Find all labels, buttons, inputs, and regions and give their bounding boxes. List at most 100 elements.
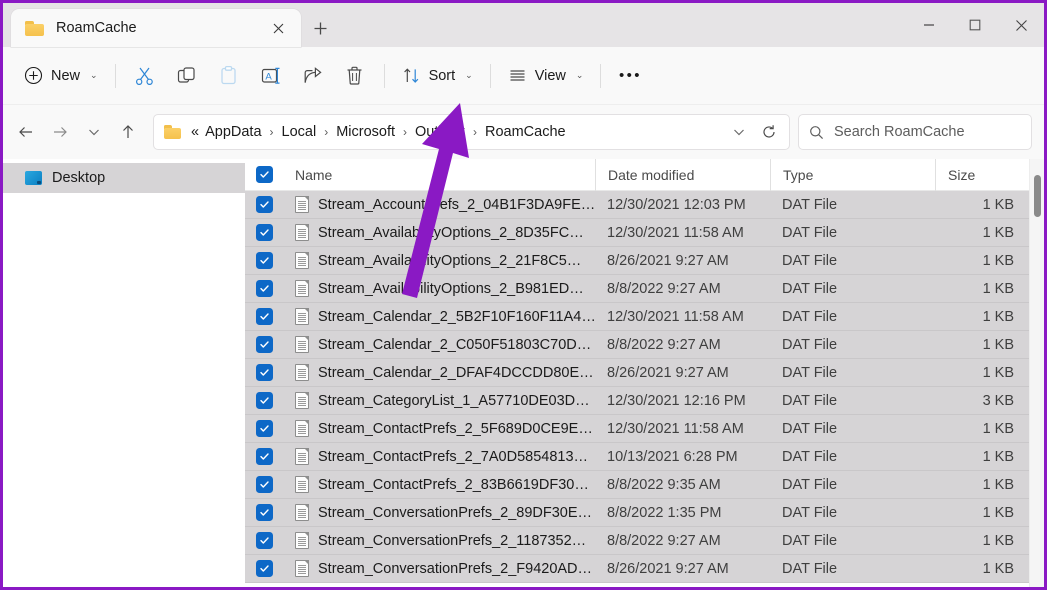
cell-name[interactable]: Stream_ConversationPrefs_2_F9420AD… bbox=[283, 555, 595, 583]
breadcrumb[interactable]: « AppData › Local › Microsoft › Outlook … bbox=[153, 114, 790, 150]
breadcrumb-roamcache[interactable]: RoamCache bbox=[482, 122, 569, 142]
up-button[interactable] bbox=[111, 115, 145, 149]
table-row[interactable]: Stream_ConversationPrefs_2_F9420AD… 8/26/… bbox=[245, 555, 1044, 583]
checkbox-checked-icon bbox=[255, 280, 273, 297]
back-button[interactable] bbox=[9, 115, 43, 149]
row-checkbox[interactable] bbox=[245, 191, 283, 219]
divider bbox=[383, 63, 385, 88]
paste-button[interactable] bbox=[208, 59, 250, 93]
table-row[interactable]: Stream_Calendar_2_5B2F10F160F11A4… 12/30/… bbox=[245, 303, 1044, 331]
window-controls bbox=[906, 3, 1044, 47]
cut-button[interactable] bbox=[124, 59, 166, 93]
paste-icon bbox=[221, 65, 236, 85]
breadcrumb-appdata[interactable]: AppData bbox=[202, 122, 264, 142]
row-checkbox[interactable] bbox=[245, 331, 283, 359]
cell-name[interactable]: Stream_AvailabilityOptions_2_8D35FC… bbox=[283, 219, 595, 247]
table-row[interactable]: Stream_AvailabilityOptions_2_21F8C5… 8/26… bbox=[245, 247, 1044, 275]
table-row[interactable]: Stream_AccountPrefs_2_04B1F3DA9FE… 12/30/… bbox=[245, 191, 1044, 219]
file-name: Stream_ConversationPrefs_2_F9420AD… bbox=[318, 560, 593, 577]
column-header-size[interactable]: Size bbox=[935, 159, 1030, 191]
row-checkbox[interactable] bbox=[245, 555, 283, 583]
file-name: Stream_CategoryList_1_A57710DE03D… bbox=[318, 392, 590, 409]
recent-locations-button[interactable] bbox=[77, 115, 111, 149]
chevron-down-icon bbox=[89, 129, 99, 136]
forward-button[interactable] bbox=[43, 115, 77, 149]
sort-button[interactable]: Sort ⌄ bbox=[393, 59, 482, 93]
table-row[interactable]: Stream_ContactPrefs_2_5F689D0CE9E… 12/30/… bbox=[245, 415, 1044, 443]
table-row[interactable]: Stream_AvailabilityOptions_2_B981ED… 8/8/… bbox=[245, 275, 1044, 303]
table-row[interactable]: Stream_Calendar_2_C050F51803C70D… 8/8/202… bbox=[245, 331, 1044, 359]
close-button[interactable] bbox=[998, 3, 1044, 47]
row-checkbox[interactable] bbox=[245, 247, 283, 275]
vertical-scrollbar[interactable] bbox=[1029, 159, 1044, 587]
table-row[interactable]: Stream_CategoryList_1_A57710DE03D… 12/30/… bbox=[245, 387, 1044, 415]
select-all-checkbox[interactable] bbox=[245, 159, 283, 191]
table-row[interactable]: Stream_AvailabilityOptions_2_8D35FC… 12/3… bbox=[245, 219, 1044, 247]
cell-name[interactable]: Stream_ConversationPrefs_2_1187352… bbox=[283, 527, 595, 555]
column-header-name[interactable]: Name bbox=[283, 159, 595, 191]
close-icon[interactable] bbox=[265, 15, 291, 41]
breadcrumb-separator: › bbox=[269, 125, 274, 139]
new-tab-button[interactable] bbox=[301, 9, 339, 47]
table-row[interactable]: Stream_ContactPrefs_2_83B6619DF30… 8/8/20… bbox=[245, 471, 1044, 499]
breadcrumb-microsoft[interactable]: Microsoft bbox=[333, 122, 398, 142]
new-button[interactable]: New ⌄ bbox=[15, 59, 107, 93]
table-row[interactable]: Stream_Calendar_2_DFAF4DCCDD80E… 8/26/202… bbox=[245, 359, 1044, 387]
cell-name[interactable]: Stream_ContactPrefs_2_83B6619DF30… bbox=[283, 471, 595, 499]
share-button[interactable] bbox=[292, 59, 334, 93]
cell-name[interactable]: Stream_ContactPrefs_2_5F689D0CE9E… bbox=[283, 415, 595, 443]
column-header-date-modified[interactable]: Date modified bbox=[595, 159, 770, 191]
row-checkbox[interactable] bbox=[245, 359, 283, 387]
sidebar-item-desktop[interactable]: Desktop bbox=[3, 163, 245, 193]
row-checkbox[interactable] bbox=[245, 387, 283, 415]
cell-name[interactable]: Stream_CategoryList_1_A57710DE03D… bbox=[283, 387, 595, 415]
row-checkbox[interactable] bbox=[245, 499, 283, 527]
file-explorer-window: RoamCache New ⌄ A Sort ⌄ View ⌄ ••• « Ap… bbox=[0, 0, 1047, 590]
row-checkbox[interactable] bbox=[245, 303, 283, 331]
table-row[interactable]: Stream_ConversationPrefs_2_1187352… 8/8/2… bbox=[245, 527, 1044, 555]
cell-name[interactable]: Stream_Calendar_2_C050F51803C70D… bbox=[283, 331, 595, 359]
view-label: View bbox=[534, 67, 566, 84]
search-input[interactable]: Search RoamCache bbox=[798, 114, 1032, 150]
file-name: Stream_Calendar_2_C050F51803C70D… bbox=[318, 336, 592, 353]
table-row[interactable]: Stream_ConversationPrefs_2_89DF30E… 8/8/2… bbox=[245, 499, 1044, 527]
cell-name[interactable]: Stream_Calendar_2_5B2F10F160F11A4… bbox=[283, 303, 595, 331]
file-list-pane: Name Date modified Type Size Stream_Acco… bbox=[245, 159, 1044, 587]
row-checkbox[interactable] bbox=[245, 415, 283, 443]
file-name: Stream_AvailabilityOptions_2_21F8C5… bbox=[318, 252, 582, 269]
breadcrumb-dropdown-button[interactable] bbox=[725, 118, 753, 146]
breadcrumb-outlook[interactable]: Outlook bbox=[412, 122, 468, 142]
maximize-button[interactable] bbox=[952, 3, 998, 47]
more-options-button[interactable]: ••• bbox=[609, 59, 651, 93]
view-button[interactable]: View ⌄ bbox=[499, 59, 593, 93]
breadcrumb-overflow[interactable]: « bbox=[188, 122, 202, 142]
cell-name[interactable]: Stream_AvailabilityOptions_2_B981ED… bbox=[283, 275, 595, 303]
row-checkbox[interactable] bbox=[245, 443, 283, 471]
checkbox-checked-icon bbox=[255, 364, 273, 381]
cell-name[interactable]: Stream_AvailabilityOptions_2_21F8C5… bbox=[283, 247, 595, 275]
row-checkbox[interactable] bbox=[245, 219, 283, 247]
minimize-button[interactable] bbox=[906, 3, 952, 47]
column-header-type[interactable]: Type bbox=[770, 159, 935, 191]
cell-name[interactable]: Stream_AccountPrefs_2_04B1F3DA9FE… bbox=[283, 191, 595, 219]
dat-file-icon bbox=[295, 448, 309, 465]
column-headers: Name Date modified Type Size bbox=[245, 159, 1044, 191]
scrollbar-thumb[interactable] bbox=[1034, 175, 1041, 217]
cell-type: DAT File bbox=[782, 252, 838, 269]
cell-name[interactable]: Stream_Calendar_2_DFAF4DCCDD80E… bbox=[283, 359, 595, 387]
refresh-button[interactable] bbox=[755, 118, 783, 146]
copy-button[interactable] bbox=[166, 59, 208, 93]
tab-roamcache[interactable]: RoamCache bbox=[11, 9, 301, 47]
breadcrumb-local[interactable]: Local bbox=[279, 122, 320, 142]
cell-name[interactable]: Stream_ContactPrefs_2_7A0D5854813… bbox=[283, 443, 595, 471]
cell-date-modified: 8/8/2022 9:35 AM bbox=[607, 476, 721, 493]
row-checkbox[interactable] bbox=[245, 275, 283, 303]
cell-name[interactable]: Stream_ConversationPrefs_2_89DF30E… bbox=[283, 499, 595, 527]
row-checkbox[interactable] bbox=[245, 471, 283, 499]
table-row[interactable]: Stream_ContactPrefs_2_7A0D5854813… 10/13/… bbox=[245, 443, 1044, 471]
rename-button[interactable]: A bbox=[250, 59, 292, 93]
sort-arrows-icon bbox=[403, 68, 418, 83]
delete-button[interactable] bbox=[334, 59, 376, 93]
cell-date-modified: 8/26/2021 9:27 AM bbox=[607, 364, 729, 381]
row-checkbox[interactable] bbox=[245, 527, 283, 555]
